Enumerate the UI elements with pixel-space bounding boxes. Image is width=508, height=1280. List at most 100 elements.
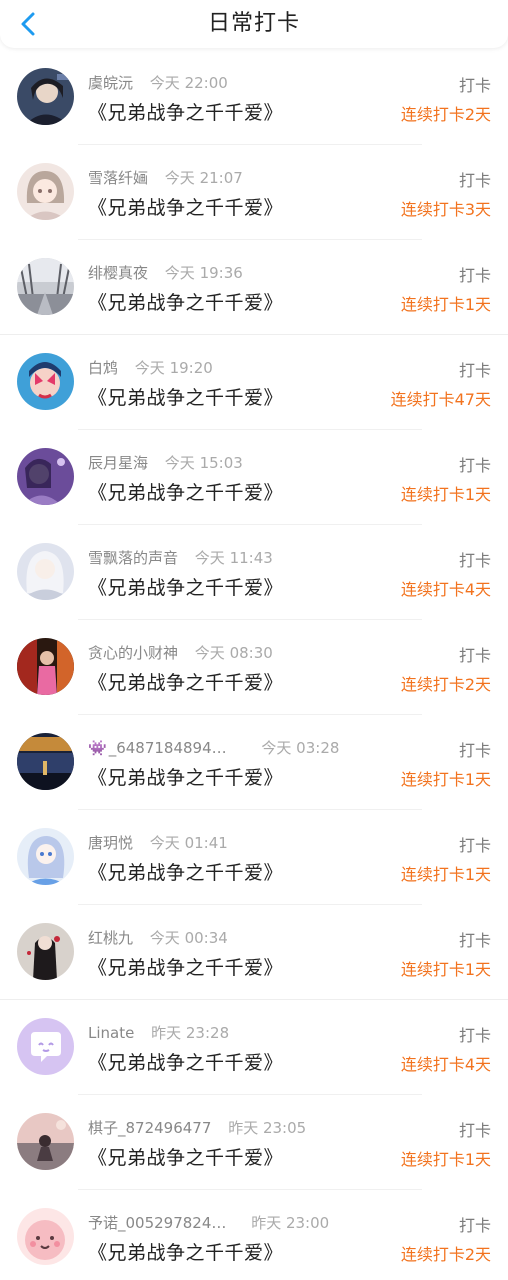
avatar[interactable] <box>17 353 74 410</box>
streak-count: 连续打卡1天 <box>400 295 491 314</box>
list-item[interactable]: 唐玥悦 今天 01:41 《兄弟战争之千千爱》 打卡 连续打卡1天 <box>0 810 508 905</box>
entry-meta: Linate 昨天 23:28 <box>88 1022 229 1043</box>
checkin-label: 打卡 <box>458 1216 491 1235</box>
avatar[interactable] <box>17 1113 74 1170</box>
entry-meta: 雪落纤婳 今天 21:07 <box>88 167 243 188</box>
entry-meta: 虞皖沅 今天 22:00 <box>88 72 228 93</box>
timestamp: 今天 08:30 <box>194 644 273 662</box>
streak-count: 连续打卡4天 <box>400 1055 491 1074</box>
list-item[interactable]: 雪落纤婳 今天 21:07 《兄弟战争之千千爱》 打卡 连续打卡3天 <box>0 145 508 240</box>
username[interactable]: 红桃九 <box>88 929 133 947</box>
avatar[interactable] <box>17 733 74 790</box>
book-title[interactable]: 《兄弟战争之千千爱》 <box>88 383 283 410</box>
username[interactable]: Linate <box>88 1024 134 1042</box>
list-item[interactable]: 雪飘落的声音 今天 11:43 《兄弟战争之千千爱》 打卡 连续打卡4天 <box>0 525 508 620</box>
timestamp: 今天 19:36 <box>164 264 243 282</box>
avatar[interactable] <box>17 68 74 125</box>
book-title[interactable]: 《兄弟战争之千千爱》 <box>88 193 283 220</box>
book-title[interactable]: 《兄弟战争之千千爱》 <box>88 858 283 885</box>
timestamp: 今天 15:03 <box>164 454 243 472</box>
streak-count: 连续打卡3天 <box>400 200 491 219</box>
streak-count: 连续打卡2天 <box>400 675 491 694</box>
entry-meta: 红桃九 今天 00:34 <box>88 927 228 948</box>
avatar[interactable] <box>17 258 74 315</box>
username[interactable]: _6487184894… <box>109 739 227 757</box>
page-title: 日常打卡 <box>207 11 300 36</box>
username[interactable]: 虞皖沅 <box>88 74 133 92</box>
username[interactable]: 唐玥悦 <box>88 834 133 852</box>
list-item[interactable]: 贪心的小财神 今天 08:30 《兄弟战争之千千爱》 打卡 连续打卡2天 <box>0 620 508 715</box>
entry-meta: 棋子_872496477 昨天 23:05 <box>88 1117 306 1138</box>
list-item[interactable]: 红桃九 今天 00:34 《兄弟战争之千千爱》 打卡 连续打卡1天 <box>0 905 508 1000</box>
book-title[interactable]: 《兄弟战争之千千爱》 <box>88 1048 283 1075</box>
list-item[interactable]: Linate 昨天 23:28 《兄弟战争之千千爱》 打卡 连续打卡4天 <box>0 1000 508 1095</box>
book-title[interactable]: 《兄弟战争之千千爱》 <box>88 478 283 505</box>
username[interactable]: 辰月星海 <box>88 454 148 472</box>
timestamp: 今天 00:34 <box>149 929 228 947</box>
checkin-label: 打卡 <box>458 171 491 190</box>
entry-meta: 予诺_005297824… 昨天 23:00 <box>88 1212 329 1233</box>
avatar[interactable] <box>17 638 74 695</box>
list-item[interactable]: 绯樱真夜 今天 19:36 《兄弟战争之千千爱》 打卡 连续打卡1天 <box>0 240 508 335</box>
book-title[interactable]: 《兄弟战争之千千爱》 <box>88 668 283 695</box>
alien-monster-icon: 👾 <box>88 739 107 757</box>
book-title[interactable]: 《兄弟战争之千千爱》 <box>88 953 283 980</box>
streak-count: 连续打卡1天 <box>400 770 491 789</box>
book-title[interactable]: 《兄弟战争之千千爱》 <box>88 573 283 600</box>
book-title[interactable]: 《兄弟战争之千千爱》 <box>88 763 283 790</box>
list-item[interactable]: 虞皖沅 今天 22:00 《兄弟战争之千千爱》 打卡 连续打卡2天 <box>0 50 508 145</box>
entry-meta: 贪心的小财神 今天 08:30 <box>88 642 273 663</box>
username[interactable]: 棋子_872496477 <box>88 1119 211 1137</box>
checkin-label: 打卡 <box>458 266 491 285</box>
list-item[interactable]: 👾 _6487184894… 今天 03:28 《兄弟战争之千千爱》 打卡 连续打… <box>0 715 508 810</box>
list-item[interactable]: 棋子_872496477 昨天 23:05 《兄弟战争之千千爱》 打卡 连续打卡… <box>0 1095 508 1190</box>
username[interactable]: 予诺_005297824… <box>88 1214 226 1232</box>
avatar[interactable] <box>17 1018 74 1075</box>
username[interactable]: 绯樱真夜 <box>88 264 148 282</box>
username[interactable]: 雪落纤婳 <box>88 169 148 187</box>
book-title[interactable]: 《兄弟战争之千千爱》 <box>88 1238 283 1265</box>
checkin-label: 打卡 <box>458 361 491 380</box>
avatar[interactable] <box>17 1208 74 1265</box>
timestamp: 昨天 23:28 <box>151 1024 230 1042</box>
list-item[interactable]: 予诺_005297824… 昨天 23:00 《兄弟战争之千千爱》 打卡 连续打… <box>0 1190 508 1276</box>
top-bar: 日常打卡 <box>0 0 508 48</box>
book-title[interactable]: 《兄弟战争之千千爱》 <box>88 1143 283 1170</box>
timestamp: 今天 21:07 <box>164 169 243 187</box>
streak-count: 连续打卡2天 <box>400 1245 491 1264</box>
checkin-label: 打卡 <box>458 456 491 475</box>
timestamp: 今天 03:28 <box>261 739 340 757</box>
entry-meta: 唐玥悦 今天 01:41 <box>88 832 228 853</box>
streak-count: 连续打卡2天 <box>400 105 491 124</box>
book-title[interactable]: 《兄弟战争之千千爱》 <box>88 288 283 315</box>
entry-meta: 白鸩 今天 19:20 <box>88 357 213 378</box>
checkin-label: 打卡 <box>458 551 491 570</box>
checkin-label: 打卡 <box>458 741 491 760</box>
entry-meta: 绯樱真夜 今天 19:36 <box>88 262 243 283</box>
username[interactable]: 白鸩 <box>88 359 118 377</box>
avatar[interactable] <box>17 448 74 505</box>
checkin-label: 打卡 <box>458 931 491 950</box>
timestamp: 今天 11:43 <box>194 549 273 567</box>
avatar[interactable] <box>17 543 74 600</box>
username[interactable]: 雪飘落的声音 <box>88 549 178 567</box>
avatar[interactable] <box>17 163 74 220</box>
streak-count: 连续打卡1天 <box>400 485 491 504</box>
list-item[interactable]: 辰月星海 今天 15:03 《兄弟战争之千千爱》 打卡 连续打卡1天 <box>0 430 508 525</box>
timestamp: 昨天 23:00 <box>251 1214 330 1232</box>
timestamp: 今天 19:20 <box>134 359 213 377</box>
avatar[interactable] <box>17 828 74 885</box>
checkin-label: 打卡 <box>458 1121 491 1140</box>
checkin-label: 打卡 <box>458 1026 491 1045</box>
streak-count: 连续打卡1天 <box>400 865 491 884</box>
checkin-list: 虞皖沅 今天 22:00 《兄弟战争之千千爱》 打卡 连续打卡2天 雪落纤婳 今… <box>0 50 508 1276</box>
streak-count: 连续打卡1天 <box>400 960 491 979</box>
checkin-label: 打卡 <box>458 836 491 855</box>
list-item[interactable]: 白鸩 今天 19:20 《兄弟战争之千千爱》 打卡 连续打卡47天 <box>0 335 508 430</box>
timestamp: 今天 22:00 <box>149 74 228 92</box>
username[interactable]: 贪心的小财神 <box>88 644 178 662</box>
avatar[interactable] <box>17 923 74 980</box>
streak-count: 连续打卡1天 <box>400 1150 491 1169</box>
book-title[interactable]: 《兄弟战争之千千爱》 <box>88 98 283 125</box>
timestamp: 昨天 23:05 <box>228 1119 307 1137</box>
